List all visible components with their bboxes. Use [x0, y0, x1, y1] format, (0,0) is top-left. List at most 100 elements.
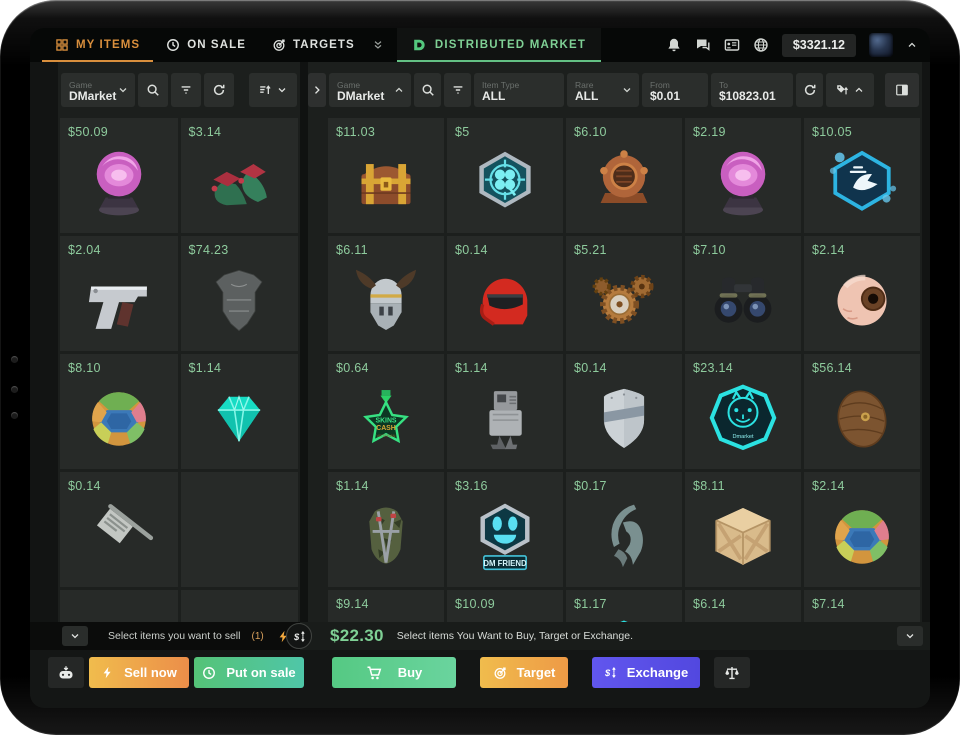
droid-icon	[466, 378, 544, 460]
chat-icon[interactable]	[695, 37, 711, 53]
buy-button[interactable]: Buy	[332, 657, 456, 688]
language-globe-icon[interactable]	[753, 37, 769, 53]
item-card[interactable]: $5.21	[566, 236, 682, 351]
button-label: Sell now	[124, 665, 177, 680]
collapse-sell-bar-button[interactable]	[62, 626, 88, 646]
item-card[interactable]: $0.64SKINSCASHVETERAN	[328, 354, 444, 469]
item-price: $7.14	[812, 597, 845, 611]
tabs-overflow-button[interactable]	[368, 28, 388, 62]
item-card[interactable]: $3.14	[181, 118, 299, 233]
game-select[interactable]: Game DMarket	[61, 73, 135, 107]
buy-selection-bar: $ $22.30 Select items You Want to Buy, T…	[300, 622, 930, 650]
item-card[interactable]: $56.14	[804, 354, 920, 469]
item-card[interactable]: $10.09	[447, 590, 563, 622]
filter-button[interactable]	[444, 73, 471, 107]
item-card[interactable]: $23.14Dmarket	[685, 354, 801, 469]
market-panel: Game DMarket Item Type ALL Ra	[308, 62, 922, 622]
tab-distributed-market[interactable]: DISTRIBUTED MARKET	[397, 28, 601, 62]
refresh-button[interactable]	[204, 73, 234, 107]
item-price: $6.10	[574, 125, 607, 139]
my-items-panel: Game DMarket $50.09$3.14$2.04$74.23$8.10…	[58, 62, 300, 622]
item-card[interactable]: $6.14	[685, 590, 801, 622]
avatar[interactable]	[869, 33, 893, 57]
exchange-button[interactable]: $ Exchange	[592, 657, 700, 688]
columns-layout-icon	[895, 83, 909, 97]
item-card[interactable]: $1.17Dmarket	[566, 590, 682, 622]
empty-card	[60, 590, 178, 622]
tab-my-items[interactable]: MY ITEMS	[42, 28, 153, 62]
filter-button[interactable]	[171, 73, 201, 107]
tab-on-sale[interactable]: ON SALE	[153, 28, 259, 62]
item-card[interactable]: $8.11	[685, 472, 801, 587]
sell-now-button[interactable]: Sell now	[89, 657, 189, 688]
item-card[interactable]: $1.14	[328, 472, 444, 587]
item-card[interactable]: $2.14	[804, 472, 920, 587]
item-card[interactable]: $1.14	[447, 354, 563, 469]
rare-select[interactable]: Rare ALL	[567, 73, 639, 107]
item-card[interactable]: $8.10	[60, 354, 178, 469]
notifications-bell-icon[interactable]	[666, 37, 682, 53]
fish-badge-icon	[823, 142, 901, 224]
account-chevron-up-icon[interactable]	[906, 39, 918, 51]
item-card[interactable]: $7.14	[804, 590, 920, 622]
item-card[interactable]: $0.14	[566, 354, 682, 469]
item-price: $0.64	[336, 361, 369, 375]
tab-targets[interactable]: TARGETS	[259, 28, 368, 62]
gamepad-icon	[58, 665, 74, 681]
item-card[interactable]: $3.16DM FRIEND	[447, 472, 563, 587]
item-card[interactable]: $11.03	[328, 118, 444, 233]
item-card[interactable]: $2.04	[60, 236, 178, 351]
item-card[interactable]: $0.17	[566, 472, 682, 587]
item-price: $9.14	[336, 597, 369, 611]
panel-divider	[300, 62, 308, 622]
flag-icon	[80, 496, 158, 578]
wallet-balance[interactable]: $3321.12	[782, 34, 856, 57]
target-icon	[272, 38, 286, 52]
item-card[interactable]: $74.23	[181, 236, 299, 351]
item-price: $3.16	[455, 479, 488, 493]
price-to-field[interactable]: To $10823.01	[711, 73, 793, 107]
sort-button[interactable]	[249, 73, 297, 107]
search-button[interactable]	[138, 73, 168, 107]
market-main: Game DMarket Item Type ALL Ra	[326, 62, 922, 622]
item-card[interactable]: $10.05	[804, 118, 920, 233]
collapse-buy-bar-button[interactable]	[897, 626, 923, 646]
item-card[interactable]: $6.10	[566, 118, 682, 233]
kite-shield-icon	[466, 614, 544, 622]
sell-message: Select items you want to sell	[108, 630, 240, 642]
refresh-button[interactable]	[796, 73, 823, 107]
item-price: $1.17	[574, 597, 607, 611]
price-from-field[interactable]: From $0.01	[642, 73, 708, 107]
game-select[interactable]: Game DMarket	[329, 73, 411, 107]
compare-scales-button[interactable]	[714, 657, 750, 688]
item-card[interactable]: $6.11	[328, 236, 444, 351]
item-price: $0.14	[68, 479, 101, 493]
item-price: $2.19	[693, 125, 726, 139]
grid-icon	[55, 38, 69, 52]
item-card[interactable]: $7.10	[685, 236, 801, 351]
item-card[interactable]: $50.09	[60, 118, 178, 233]
item-type-select[interactable]: Item Type ALL	[474, 73, 564, 107]
giftcard-icon[interactable]	[724, 37, 740, 53]
chevron-down-icon	[276, 84, 288, 96]
item-card[interactable]: $5	[447, 118, 563, 233]
price-sort-button[interactable]	[826, 73, 874, 107]
clover-badge-icon	[466, 142, 544, 224]
item-card[interactable]: $1.14	[181, 354, 299, 469]
item-card[interactable]: $2.14	[804, 236, 920, 351]
item-price: $23.14	[693, 361, 733, 375]
item-card[interactable]: $0.14	[447, 236, 563, 351]
collapse-panel-button[interactable]	[308, 73, 326, 107]
layout-toggle-button[interactable]	[885, 73, 919, 107]
item-card[interactable]: $9.14	[328, 590, 444, 622]
target-button[interactable]: Target	[480, 657, 568, 688]
steam-trade-button[interactable]	[48, 657, 84, 688]
field-value: $0.01	[650, 90, 702, 103]
item-card[interactable]: $0.14	[60, 472, 178, 587]
empty-card	[181, 590, 299, 622]
item-card[interactable]: $2.19	[685, 118, 801, 233]
tablet-frame: MY ITEMS ON SALE TARGETS	[0, 0, 960, 735]
put-on-sale-button[interactable]: Put on sale	[194, 657, 304, 688]
search-button[interactable]	[414, 73, 441, 107]
dmarket-logo-icon	[412, 38, 426, 52]
